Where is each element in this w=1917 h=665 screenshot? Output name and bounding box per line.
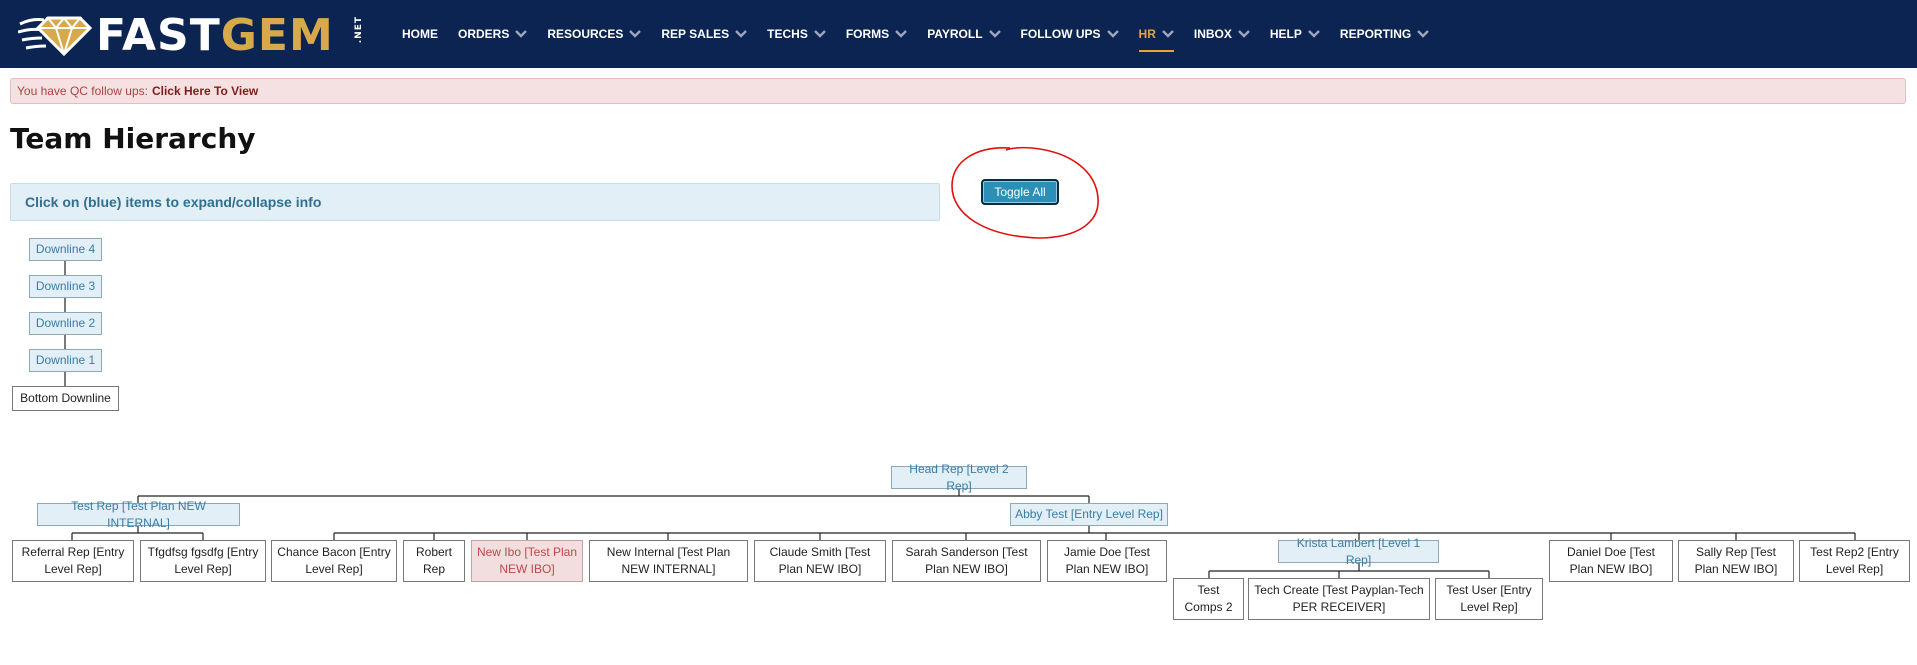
nav-hr-label: HR — [1138, 27, 1156, 41]
nav-rep-sales[interactable]: REP SALES — [661, 0, 748, 68]
nav-payroll-label: PAYROLL — [927, 27, 983, 41]
main-nav: HOME ORDERS RESOURCES REP SALES TECHS FO… — [402, 0, 1449, 68]
robert-rep-node: Robert Rep — [403, 540, 465, 582]
downline-3-node[interactable]: Downline 3 — [29, 275, 102, 298]
claude-smith-node: Claude Smith [Test Plan NEW IBO] — [754, 540, 886, 582]
nav-reporting-label: REPORTING — [1339, 27, 1412, 41]
tfgdfsg-node: Tfgdfsg fgsdfg [Entry Level Rep] — [140, 540, 266, 582]
test-user-node: Test User [Entry Level Rep] — [1435, 578, 1543, 620]
nav-hr[interactable]: HR — [1138, 0, 1175, 68]
nav-help[interactable]: HELP — [1270, 0, 1320, 68]
nav-follow-ups-label: FOLLOW UPS — [1020, 27, 1101, 41]
nav-forms[interactable]: FORMS — [845, 0, 908, 68]
downline-2-node[interactable]: Downline 2 — [29, 312, 102, 335]
chevron-down-icon — [515, 30, 528, 38]
nav-follow-ups[interactable]: FOLLOW UPS — [1021, 0, 1119, 68]
chevron-down-icon — [813, 30, 826, 38]
bottom-downline-node: Bottom Downline — [12, 386, 119, 411]
nav-orders-label: ORDERS — [458, 27, 510, 41]
downline-1-node[interactable]: Downline 1 — [29, 349, 102, 372]
new-internal-node: New Internal [Test Plan NEW INTERNAL] — [589, 540, 748, 582]
nav-inbox-label: INBOX — [1193, 27, 1232, 41]
daniel-doe-node: Daniel Doe [Test Plan NEW IBO] — [1549, 540, 1673, 582]
chevron-down-icon — [1417, 30, 1430, 38]
nav-home[interactable]: HOME — [402, 0, 438, 68]
downline-4-node[interactable]: Downline 4 — [29, 238, 102, 261]
head-rep-node[interactable]: Head Rep [Level 2 Rep] — [891, 462, 1027, 493]
nav-techs[interactable]: TECHS — [767, 0, 826, 68]
logo-net-text: .NET — [354, 16, 364, 44]
alert-view-link[interactable]: Click Here To View — [152, 84, 258, 98]
nav-help-label: HELP — [1269, 27, 1302, 41]
chevron-down-icon — [1106, 30, 1119, 38]
gem-logo-icon — [18, 16, 93, 57]
test-rep-node[interactable]: Test Rep [Test Plan NEW INTERNAL] — [37, 499, 240, 530]
tech-create-node: Tech Create [Test Payplan-Tech PER RECEI… — [1248, 578, 1430, 620]
sarah-sanderson-node: Sarah Sanderson [Test Plan NEW IBO] — [892, 540, 1041, 582]
test-comps-node: Test Comps 2 — [1173, 578, 1244, 620]
jamie-doe-node: Jamie Doe [Test Plan NEW IBO] — [1047, 540, 1167, 582]
nav-reporting[interactable]: REPORTING — [1339, 0, 1430, 68]
top-navbar: FASTGEM .NET HOME ORDERS RESOURCES REP S… — [0, 0, 1917, 68]
chevron-down-icon — [895, 30, 908, 38]
nav-inbox[interactable]: INBOX — [1194, 0, 1250, 68]
alert-text: You have QC follow ups: — [17, 84, 148, 98]
expand-info-box: Click on (blue) items to expand/collapse… — [10, 183, 940, 221]
logo-gem-text: GEM — [220, 10, 334, 61]
referral-rep-node: Referral Rep [Entry Level Rep] — [12, 540, 134, 582]
chevron-down-icon — [629, 30, 642, 38]
chevron-down-icon — [1238, 30, 1250, 38]
nav-resources-label: RESOURCES — [547, 27, 624, 41]
nav-forms-label: FORMS — [845, 27, 890, 41]
nav-payroll[interactable]: PAYROLL — [927, 0, 1001, 68]
chevron-down-icon — [735, 30, 748, 38]
page-title: Team Hierarchy — [10, 122, 256, 155]
toggle-all-button[interactable]: Toggle All — [981, 179, 1059, 205]
chevron-down-icon — [988, 30, 1001, 38]
nav-home-label: HOME — [402, 27, 438, 41]
qc-followup-alert: You have QC follow ups: Click Here To Vi… — [10, 78, 1906, 104]
nav-resources[interactable]: RESOURCES — [547, 0, 642, 68]
sally-rep-node: Sally Rep [Test Plan NEW IBO] — [1678, 540, 1794, 582]
new-ibo-node[interactable]: New Ibo [Test Plan NEW IBO] — [471, 540, 583, 582]
chance-bacon-node: Chance Bacon [Entry Level Rep] — [271, 540, 397, 582]
test-rep2-node: Test Rep2 [Entry Level Rep] — [1799, 540, 1910, 582]
krista-lambert-node[interactable]: Krista Lambert [Level 1 Rep] — [1278, 536, 1439, 567]
fastgem-logo[interactable]: FASTGEM .NET — [18, 10, 368, 58]
nav-techs-label: TECHS — [767, 27, 808, 41]
logo-text: FASTGEM — [96, 14, 334, 58]
chevron-down-icon — [1162, 30, 1174, 38]
chevron-down-icon — [1308, 30, 1320, 38]
nav-orders[interactable]: ORDERS — [458, 0, 528, 68]
nav-rep-sales-label: REP SALES — [661, 27, 730, 41]
info-text: Click on (blue) items to expand/collapse… — [25, 194, 322, 210]
abby-test-node[interactable]: Abby Test [Entry Level Rep] — [1010, 503, 1168, 526]
logo-fast-text: FAST — [96, 10, 221, 61]
